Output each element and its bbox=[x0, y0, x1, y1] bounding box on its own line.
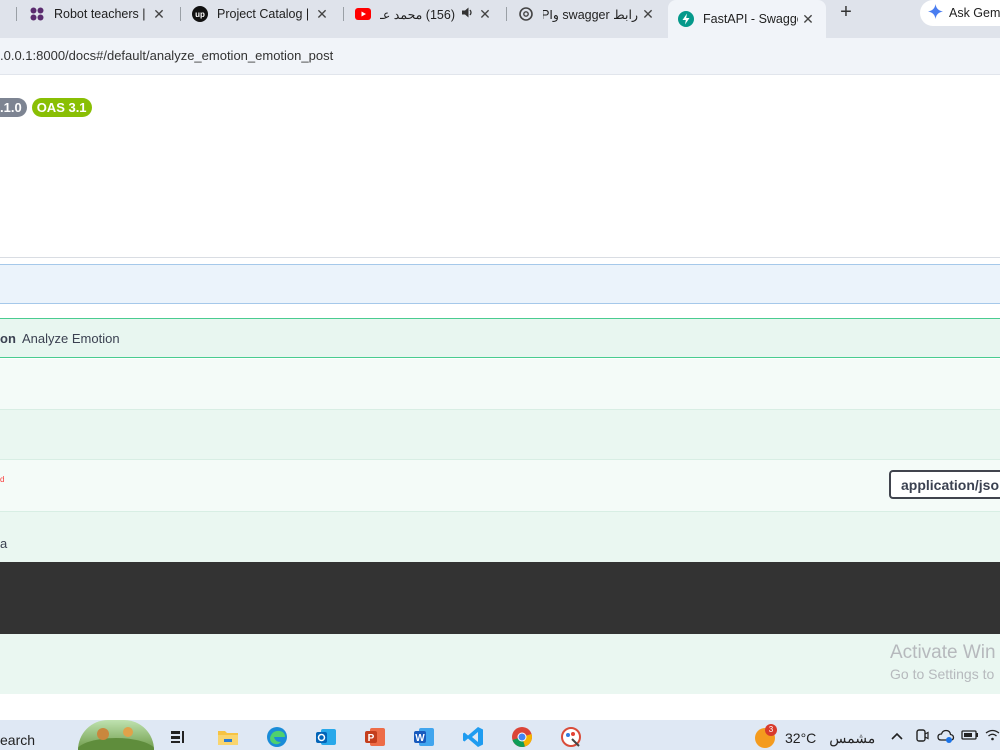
tab-youtube[interactable]: (156) محمد عـ ✕ bbox=[355, 0, 495, 28]
operation-path: on bbox=[0, 331, 16, 346]
fastapi-icon bbox=[678, 11, 694, 27]
execute-section bbox=[0, 634, 1000, 694]
svg-text:up: up bbox=[195, 10, 205, 19]
youtube-icon bbox=[355, 6, 371, 22]
browser-tab-strip: Robot teachers | ✕ up Project Catalog | … bbox=[0, 0, 1000, 38]
cloud-sync-icon[interactable] bbox=[937, 729, 955, 746]
sun-icon: 3 bbox=[755, 724, 777, 748]
powerpoint-icon[interactable]: P bbox=[363, 725, 387, 749]
temperature-text: 32°C bbox=[785, 730, 817, 746]
new-tab-button[interactable]: + bbox=[836, 2, 856, 22]
tag-section-bar[interactable] bbox=[0, 264, 1000, 304]
ask-gemini-button[interactable]: Ask Gem bbox=[920, 0, 1000, 26]
close-icon[interactable]: ✕ bbox=[800, 11, 816, 28]
operation-description-row bbox=[0, 359, 1000, 409]
speaker-icon[interactable] bbox=[461, 6, 475, 22]
paint-app-icon[interactable] bbox=[559, 725, 583, 749]
upwork-icon: up bbox=[192, 6, 208, 22]
version-badge: .1.0 bbox=[0, 98, 27, 117]
tab-separator bbox=[180, 7, 181, 21]
parameters-section-header bbox=[0, 409, 1000, 459]
weather-badge: 3 bbox=[765, 724, 777, 736]
tab-project-catalog[interactable]: up Project Catalog | ✕ bbox=[192, 0, 332, 28]
schema-tabs-row: a bbox=[0, 511, 1000, 562]
tab-label: Project Catalog | bbox=[217, 7, 310, 21]
watermark-title: Activate Win bbox=[890, 642, 996, 663]
meet-now-icon[interactable] bbox=[915, 729, 929, 746]
tab-separator bbox=[506, 7, 507, 21]
edge-browser-icon[interactable] bbox=[265, 725, 289, 749]
tab-label: Robot teachers | bbox=[54, 7, 146, 21]
windows-taskbar: earch P W 3 32°C مشمس bbox=[0, 720, 1000, 750]
responses-section bbox=[0, 694, 1000, 721]
svg-text:P: P bbox=[368, 733, 375, 744]
slack-icon bbox=[29, 6, 45, 22]
file-explorer-icon[interactable] bbox=[216, 725, 240, 749]
close-icon[interactable]: ✕ bbox=[640, 6, 656, 23]
search-highlight-image bbox=[78, 720, 154, 750]
version-badges: .1.0 OAS 3.1 bbox=[0, 98, 92, 117]
gemini-sparkle-icon bbox=[928, 4, 943, 22]
tab-label: FastAPI - Swagge bbox=[703, 12, 798, 26]
watermark-subtitle: Go to Settings to bbox=[890, 666, 995, 682]
schema-tab[interactable]: a bbox=[0, 536, 7, 551]
content-type-select[interactable]: application/jso bbox=[889, 470, 1000, 499]
swagger-page: .1.0 OAS 3.1 on Analyze Emotion d applic… bbox=[0, 74, 1000, 721]
tab-separator bbox=[343, 7, 344, 21]
tab-label: رابط swagger وAPI bbox=[543, 7, 638, 22]
word-icon[interactable]: W bbox=[412, 725, 436, 749]
request-body-row: d application/jso bbox=[0, 459, 1000, 511]
chevron-up-icon[interactable] bbox=[890, 729, 904, 744]
weather-condition-text: مشمس bbox=[829, 729, 876, 746]
taskbar-search-text[interactable]: earch bbox=[0, 732, 35, 748]
task-view-icon[interactable] bbox=[167, 725, 191, 749]
vscode-icon[interactable] bbox=[461, 725, 485, 749]
activate-windows-watermark: Activate Win Go to Settings to bbox=[890, 642, 996, 682]
operation-summary: Analyze Emotion bbox=[22, 331, 120, 346]
close-icon[interactable]: ✕ bbox=[314, 6, 330, 23]
ask-gemini-label: Ask Gem bbox=[949, 6, 1000, 20]
address-bar: .0.0.1:8000/docs#/default/analyze_emotio… bbox=[0, 38, 1000, 74]
header-divider bbox=[0, 257, 1000, 258]
required-label: d bbox=[0, 475, 5, 484]
tab-label: (156) محمد عـ bbox=[380, 7, 455, 22]
wifi-icon[interactable] bbox=[985, 729, 1000, 744]
oas-badge: OAS 3.1 bbox=[31, 98, 92, 117]
post-operation-header[interactable]: on Analyze Emotion bbox=[0, 318, 1000, 358]
weather-widget[interactable]: 3 32°C مشمس bbox=[755, 724, 876, 748]
chatgpt-icon bbox=[518, 6, 534, 22]
close-icon[interactable]: ✕ bbox=[477, 6, 493, 23]
chrome-icon[interactable] bbox=[510, 725, 534, 749]
close-icon[interactable]: ✕ bbox=[151, 6, 167, 23]
tab-fastapi-swagger[interactable]: FastAPI - Swagge ✕ bbox=[668, 0, 826, 38]
tab-robot-teachers[interactable]: Robot teachers | ✕ bbox=[29, 0, 169, 28]
tab-separator bbox=[16, 7, 17, 21]
example-value-code-block[interactable] bbox=[0, 562, 1000, 634]
svg-text:W: W bbox=[415, 733, 425, 744]
outlook-icon[interactable] bbox=[314, 725, 338, 749]
battery-icon[interactable] bbox=[961, 729, 979, 744]
url-text[interactable]: .0.0.1:8000/docs#/default/analyze_emotio… bbox=[0, 48, 333, 63]
tab-swagger-api[interactable]: رابط swagger وAPI ✕ bbox=[518, 0, 658, 28]
